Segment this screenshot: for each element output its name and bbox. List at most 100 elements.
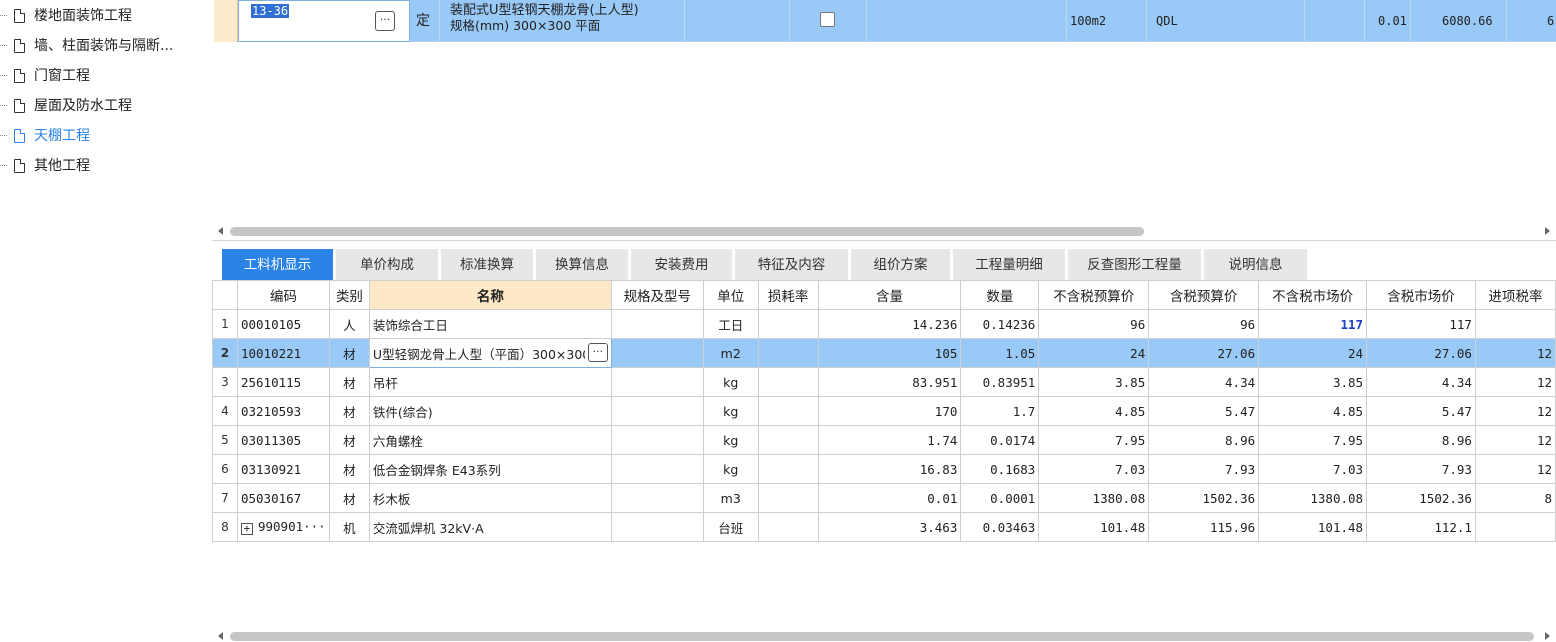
cell-unit[interactable]: m3 (702, 483, 759, 513)
tab[interactable]: 标准换算 (441, 249, 534, 281)
cell-p4[interactable]: 117 (1366, 309, 1476, 339)
cell-p2[interactable]: 8.96 (1148, 425, 1260, 455)
cell-spec[interactable] (610, 396, 704, 426)
cell-name[interactable]: 吊杆 (368, 367, 612, 397)
scroll-thumb[interactable] (230, 227, 1144, 236)
cell-p3[interactable]: 7.03 (1258, 454, 1368, 484)
cell-content[interactable]: 105 (817, 338, 962, 368)
cell-name[interactable]: 装饰综合工日 (368, 309, 612, 339)
cell-tax[interactable]: 12 (1474, 425, 1556, 455)
cell-spec[interactable] (610, 338, 704, 368)
column-header[interactable]: 含税市场价 (1366, 280, 1476, 310)
tab[interactable]: 单价构成 (336, 249, 439, 281)
cell-no[interactable]: 4 (212, 396, 238, 426)
cell-tax[interactable]: 12 (1474, 367, 1556, 397)
tree-item[interactable]: 墙、柱面装饰与隔断... (0, 33, 212, 59)
upper-horizontal-scrollbar[interactable] (214, 224, 1556, 237)
cell-tax[interactable] (1474, 309, 1556, 339)
cell-p2[interactable]: 96 (1148, 309, 1260, 339)
tab[interactable]: 换算信息 (536, 249, 629, 281)
cell-p1[interactable]: 1380.08 (1038, 483, 1150, 513)
tab[interactable]: 组价方案 (851, 249, 951, 281)
cell-content[interactable]: 0.01 (817, 483, 962, 513)
cell-cat[interactable]: 材 (328, 454, 370, 484)
tab[interactable]: 反查图形工程量 (1068, 249, 1202, 281)
cell-p2[interactable]: 7.93 (1148, 454, 1260, 484)
column-header[interactable]: 进项税率 (1474, 280, 1556, 310)
cell-cat[interactable]: 材 (328, 396, 370, 426)
table-row[interactable]: 5 03011305 材六角螺栓 kg 1.74 0.0174 7.95 8.96 7.95 8.… (212, 425, 1556, 455)
item-checkbox[interactable] (820, 12, 835, 27)
scroll-left-arrow-icon[interactable] (218, 632, 223, 640)
scroll-thumb[interactable] (230, 632, 1534, 641)
cell-p4[interactable]: 4.34 (1366, 367, 1476, 397)
cell-code[interactable]: 03210593 (236, 396, 330, 426)
cell-cat[interactable]: 材 (328, 367, 370, 397)
table-row[interactable]: 2 10010221 材 U型轻钢龙骨上人型（平面）300×300 ··· m2 105 1.… (212, 338, 1556, 368)
cell-p4[interactable]: 7.93 (1366, 454, 1476, 484)
cell-p4[interactable]: 8.96 (1366, 425, 1476, 455)
tab[interactable]: 工程量明细 (953, 249, 1066, 281)
cell-loss[interactable] (757, 309, 819, 339)
cell-unit[interactable]: kg (702, 396, 759, 426)
cell-no[interactable]: 7 (212, 483, 238, 513)
column-header[interactable]: 名称 (368, 280, 612, 310)
column-header[interactable]: 单位 (702, 280, 759, 310)
cell-p4[interactable]: 112.1 (1366, 512, 1476, 542)
cell-cat[interactable]: 材 (328, 425, 370, 455)
cell-p1[interactable]: 96 (1038, 309, 1150, 339)
table-row[interactable]: 1 00010105 人装饰综合工日 工日 14.236 0.14236 96 96 117 11… (212, 309, 1556, 339)
cell-qty[interactable]: 0.83951 (960, 367, 1040, 397)
column-header[interactable]: 数量 (960, 280, 1040, 310)
cell-tax[interactable]: 8 (1474, 483, 1556, 513)
column-header[interactable]: 含量 (817, 280, 962, 310)
cell-name[interactable]: 交流弧焊机 32kV·A (368, 512, 612, 542)
cell-p1[interactable]: 101.48 (1038, 512, 1150, 542)
cell-qty[interactable]: 0.14236 (960, 309, 1040, 339)
cell-unit[interactable]: 台班 (702, 512, 759, 542)
cell-qty[interactable]: 0.03463 (960, 512, 1040, 542)
ellipsis-icon[interactable]: ··· (587, 343, 608, 362)
cell-p2[interactable]: 4.34 (1148, 367, 1260, 397)
cell-no[interactable]: 5 (212, 425, 238, 455)
cell-content[interactable]: 170 (817, 396, 962, 426)
cell-p1[interactable]: 24 (1038, 338, 1150, 368)
cell-tax[interactable] (1474, 512, 1556, 542)
tab[interactable]: 说明信息 (1204, 249, 1308, 281)
cell-unit[interactable]: kg (702, 454, 759, 484)
cell-name[interactable]: 铁件(综合) (368, 396, 612, 426)
scroll-right-arrow-icon[interactable] (1545, 227, 1550, 235)
cell-p1[interactable]: 4.85 (1038, 396, 1150, 426)
tree-item[interactable]: 屋面及防水工程 (0, 93, 212, 119)
cell-p1[interactable]: 3.85 (1038, 367, 1150, 397)
scroll-left-arrow-icon[interactable] (218, 227, 223, 235)
cell-code[interactable]: 05030167 (236, 483, 330, 513)
cell-code[interactable]: +990901··· (236, 512, 330, 542)
cell-qty[interactable]: 0.1683 (960, 454, 1040, 484)
cell-content[interactable]: 3.463 (817, 512, 962, 542)
tab[interactable]: 工料机显示 (222, 249, 334, 281)
cell-tax[interactable]: 12 (1474, 396, 1556, 426)
cell-p3[interactable]: 24 (1258, 338, 1368, 368)
cell-content[interactable]: 14.236 (817, 309, 962, 339)
cell-unit[interactable]: kg (702, 425, 759, 455)
cell-tax[interactable]: 12 (1474, 338, 1556, 368)
cell-qty[interactable]: 0.0174 (960, 425, 1040, 455)
cell-content[interactable]: 1.74 (817, 425, 962, 455)
cell-p4[interactable]: 5.47 (1366, 396, 1476, 426)
cell-no[interactable]: 2 (212, 338, 238, 368)
tree-item[interactable]: 楼地面装饰工程 (0, 3, 212, 29)
cell-p4[interactable]: 1502.36 (1366, 483, 1476, 513)
cell-code[interactable]: 03130921 (236, 454, 330, 484)
material-name-editor[interactable]: U型轻钢龙骨上人型（平面）300×300 (373, 344, 585, 363)
tree-item[interactable]: 其他工程 (0, 153, 212, 179)
cell-unit[interactable]: m2 (702, 338, 759, 368)
cell-no[interactable]: 6 (212, 454, 238, 484)
cell-no[interactable]: 3 (212, 367, 238, 397)
cell-p3[interactable]: 1380.08 (1258, 483, 1368, 513)
cell-spec[interactable] (610, 512, 704, 542)
cell-qty[interactable]: 0.0001 (960, 483, 1040, 513)
cell-name[interactable]: 杉木板 (368, 483, 612, 513)
cell-spec[interactable] (610, 309, 704, 339)
tab[interactable]: 特征及内容 (735, 249, 849, 281)
